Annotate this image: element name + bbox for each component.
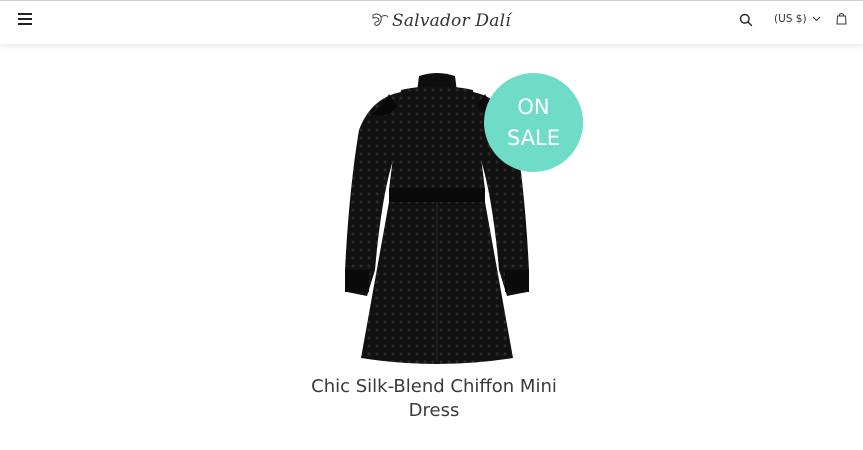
- badge-line-2: SALE: [506, 125, 561, 150]
- site-logo[interactable]: Salvador Dalí: [370, 7, 511, 35]
- currency-selector[interactable]: (US $): [774, 13, 821, 25]
- search-icon[interactable]: [739, 13, 753, 27]
- logo-text: Salvador Dalí: [392, 11, 511, 31]
- site-header: Salvador Dalí (US $): [0, 1, 863, 44]
- logo-mustache-icon: [372, 13, 389, 26]
- currency-label: (US $): [774, 13, 807, 25]
- hamburger-menu-icon[interactable]: [18, 10, 36, 28]
- on-sale-badge: ON SALE: [484, 73, 583, 172]
- badge-line-1: ON: [517, 94, 550, 119]
- shopping-bag-icon[interactable]: [836, 12, 847, 25]
- product-title[interactable]: Chic Silk-Blend Chiffon Mini Dress: [290, 375, 578, 423]
- chevron-down-icon: [812, 16, 820, 22]
